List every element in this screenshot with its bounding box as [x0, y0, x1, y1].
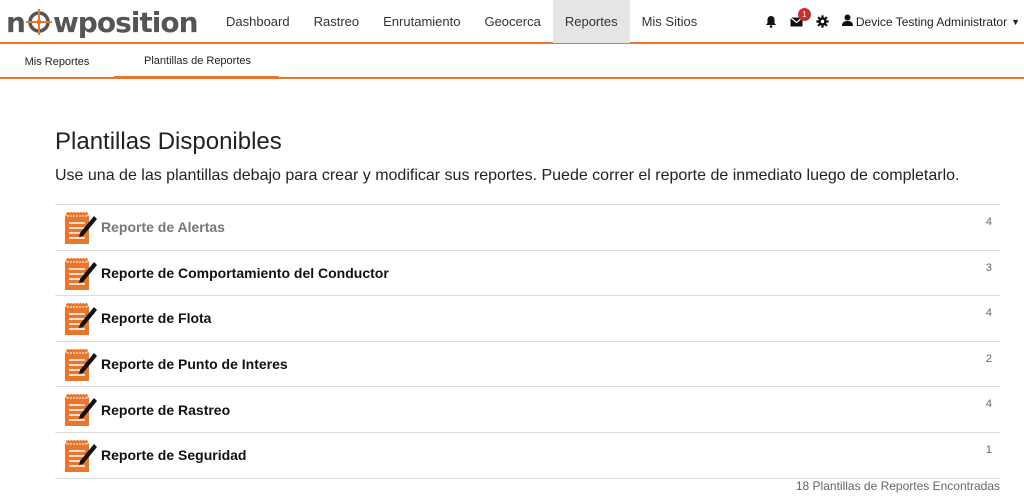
header-actions: 1 Device Testing Administrator ▼ [758, 0, 1024, 43]
template-row-punto-de-interes[interactable]: Reporte de Punto de Interes 2 [55, 342, 1000, 388]
template-label: Reporte de Rastreo [101, 401, 231, 418]
main-nav: Dashboard Rastreo Enrutamiento Geocerca … [214, 0, 709, 43]
logo-text-start: n [6, 5, 26, 39]
template-row-alertas[interactable]: Reporte de Alertas 4 [55, 205, 1000, 251]
nav-mis-sitios[interactable]: Mis Sitios [630, 0, 710, 43]
nav-rastreo[interactable]: Rastreo [302, 0, 372, 43]
gear-icon[interactable] [810, 0, 836, 43]
report-edit-icon [63, 348, 99, 382]
template-count: 1 [985, 443, 992, 456]
template-count: 4 [985, 307, 992, 320]
template-count: 3 [985, 261, 992, 274]
user-name: Device Testing Administrator [855, 14, 1008, 29]
templates-found-count: 18 Plantillas de Reportes Encontradas [795, 479, 1000, 493]
template-label: Reporte de Flota [101, 310, 212, 327]
bell-icon[interactable] [758, 0, 784, 43]
template-label: Reporte de Comportamiento del Conductor [101, 264, 389, 281]
envelope-icon[interactable]: 1 [784, 0, 811, 43]
template-row-seguridad[interactable]: Reporte de Seguridad 1 [55, 433, 1000, 479]
nav-geocerca[interactable]: Geocerca [472, 0, 552, 43]
report-edit-icon [63, 393, 99, 427]
sub-nav: Mis Reportes Plantillas de Reportes [0, 46, 1024, 79]
template-row-rastreo[interactable]: Reporte de Rastreo 4 [55, 387, 1000, 433]
page-description: Use una de las plantillas debajo para cr… [55, 167, 960, 184]
template-list: Reporte de Alertas 4 Reporte de Comporta… [55, 204, 1000, 479]
nav-enrutamiento[interactable]: Enrutamiento [371, 0, 472, 43]
template-label: Reporte de Punto de Interes [101, 356, 288, 373]
logo-target-icon [25, 9, 52, 35]
report-edit-icon [63, 302, 99, 336]
template-row-comportamiento[interactable]: Reporte de Comportamiento del Conductor … [55, 251, 1000, 297]
template-row-flota[interactable]: Reporte de Flota 4 [55, 296, 1000, 342]
template-count: 4 [985, 216, 992, 228]
tab-mis-reportes[interactable]: Mis Reportes [0, 46, 114, 77]
report-edit-icon [63, 257, 99, 291]
user-menu[interactable]: Device Testing Administrator ▼ [836, 0, 1024, 43]
template-label: Reporte de Alertas [101, 219, 225, 236]
report-edit-icon [63, 439, 99, 473]
template-count: 4 [985, 398, 992, 411]
page-title: Plantillas Disponibles [55, 128, 282, 155]
tab-plantillas-de-reportes[interactable]: Plantillas de Reportes [114, 46, 280, 79]
logo-text-end: wposition [52, 5, 199, 39]
report-edit-icon [63, 211, 99, 245]
nowposition-logo[interactable]: n wposition [6, 2, 198, 42]
nav-reportes[interactable]: Reportes [552, 0, 630, 43]
template-label: Reporte de Seguridad [101, 447, 247, 464]
top-navbar: n wposition Dashboard Rastreo Enrutamien… [0, 0, 1024, 44]
nav-dashboard[interactable]: Dashboard [214, 0, 302, 43]
user-icon [841, 14, 853, 29]
caret-down-icon: ▼ [1011, 16, 1020, 27]
template-count: 2 [985, 352, 992, 365]
